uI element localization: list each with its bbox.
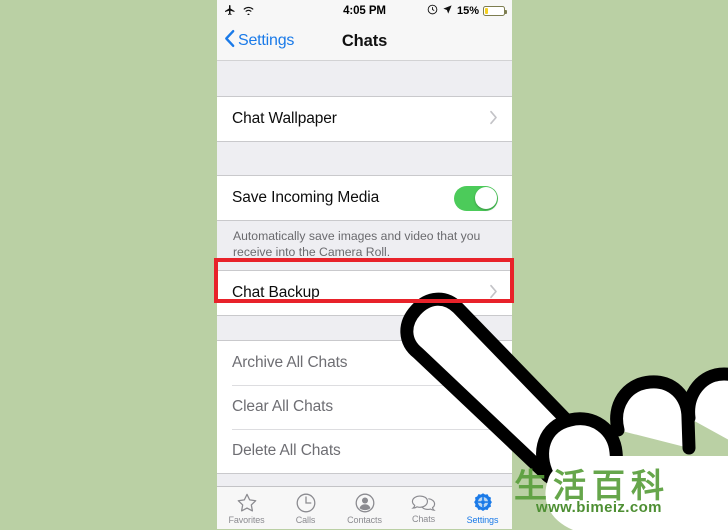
status-bar-right: 15% xyxy=(427,4,507,18)
tab-favorites-label: Favorites xyxy=(228,514,265,525)
row-archive-all-chats-label: Archive All Chats xyxy=(232,354,348,372)
chevron-right-icon xyxy=(489,110,498,128)
location-arrow-icon xyxy=(442,4,453,18)
chevron-left-icon xyxy=(224,29,235,53)
row-save-incoming-media-label: Save Incoming Media xyxy=(232,189,380,206)
row-delete-all-chats-label: Delete All Chats xyxy=(232,442,341,460)
section-media: Save Incoming Media xyxy=(217,175,512,221)
battery-icon xyxy=(483,6,507,16)
tab-calls-label: Calls xyxy=(295,514,316,525)
row-save-incoming-media[interactable]: Save Incoming Media xyxy=(217,176,512,220)
group-spacer-top xyxy=(217,61,512,96)
row-clear-all-chats-label: Clear All Chats xyxy=(232,398,334,416)
row-chat-wallpaper[interactable]: Chat Wallpaper xyxy=(217,97,512,141)
person-icon xyxy=(354,492,376,514)
save-incoming-media-toggle[interactable] xyxy=(454,185,498,211)
section-backup: Chat Backup xyxy=(217,270,512,317)
alarm-icon xyxy=(427,4,438,18)
phone-screen: 4:05 PM 15% Settings Chats Chat Wallpape… xyxy=(217,0,512,529)
tab-bar: Favorites Calls Contacts Chats Settings xyxy=(217,486,512,529)
back-button[interactable]: Settings xyxy=(217,29,294,53)
tab-settings-label: Settings xyxy=(466,514,499,525)
group-spacer-bottom xyxy=(217,474,512,486)
section-destructive: Archive All Chats Clear All Chats Delete… xyxy=(217,340,512,475)
row-chat-wallpaper-label: Chat Wallpaper xyxy=(232,110,337,127)
tab-chats[interactable]: Chats xyxy=(394,493,453,524)
settings-list[interactable]: Chat Wallpaper Save Incoming Media Autom… xyxy=(217,61,512,486)
tab-contacts[interactable]: Contacts xyxy=(335,492,394,525)
tab-settings[interactable]: Settings xyxy=(453,492,512,525)
row-clear-all-chats[interactable]: Clear All Chats xyxy=(217,385,512,430)
speech-bubbles-icon xyxy=(411,493,436,513)
battery-percent-label: 15% xyxy=(456,5,479,17)
status-bar: 4:05 PM 15% xyxy=(217,0,512,22)
group-spacer-2 xyxy=(217,316,512,341)
gear-icon xyxy=(472,492,494,514)
tab-favorites[interactable]: Favorites xyxy=(217,492,276,525)
row-archive-all-chats[interactable]: Archive All Chats xyxy=(217,341,512,386)
row-delete-all-chats[interactable]: Delete All Chats xyxy=(217,429,512,474)
clock-icon xyxy=(295,492,317,514)
row-chat-backup[interactable]: Chat Backup xyxy=(217,271,512,316)
tab-calls[interactable]: Calls xyxy=(276,492,335,525)
navigation-bar: Settings Chats xyxy=(217,22,512,61)
section-wallpaper: Chat Wallpaper xyxy=(217,96,512,142)
group-spacer-1 xyxy=(217,142,512,175)
row-chat-backup-label: Chat Backup xyxy=(232,284,320,302)
tab-chats-label: Chats xyxy=(411,513,435,524)
star-icon xyxy=(236,492,258,514)
chevron-right-icon xyxy=(489,284,498,302)
section-media-footnote: Automatically save images and video that… xyxy=(217,221,512,271)
back-button-label: Settings xyxy=(238,32,295,49)
tab-contacts-label: Contacts xyxy=(347,514,382,525)
